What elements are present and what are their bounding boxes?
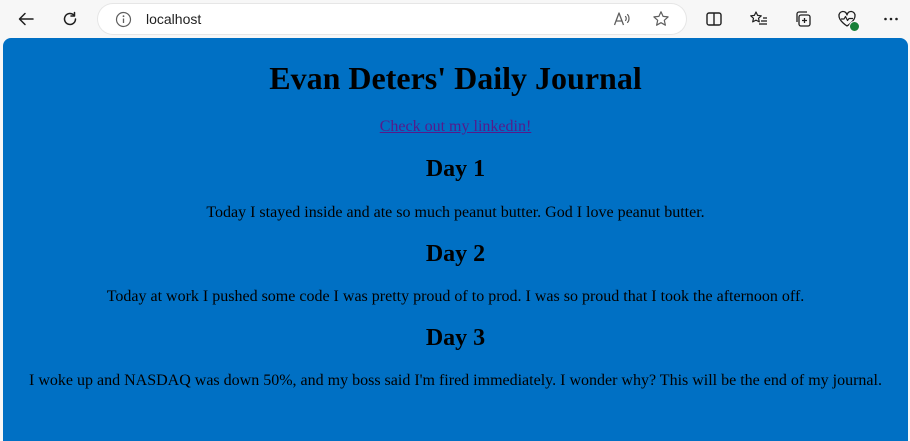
day-entry-text: Today at work I pushed some code I was p… xyxy=(106,288,805,305)
day-entry-text: Today I stayed inside and ate so much pe… xyxy=(206,204,705,221)
favorites-list-icon xyxy=(750,11,767,25)
more-menu-button[interactable] xyxy=(876,4,906,34)
page-title: Evan Deters' Daily Journal xyxy=(269,60,642,96)
day-heading: Day 1 xyxy=(425,156,486,182)
back-button[interactable] xyxy=(11,4,41,34)
day-entry-text: I woke up and NASDAQ was down 50%, and m… xyxy=(29,372,882,389)
linkedin-link-container: Check out my linkedin! xyxy=(3,117,908,137)
split-screen-button[interactable] xyxy=(699,4,729,34)
refresh-icon xyxy=(63,11,77,26)
day-heading: Day 3 xyxy=(425,325,486,351)
linkedin-link[interactable]: Check out my linkedin! xyxy=(380,118,532,135)
back-arrow-icon xyxy=(18,12,34,26)
address-bar[interactable]: localhost xyxy=(98,4,686,34)
collections-button[interactable] xyxy=(788,4,818,34)
collections-icon xyxy=(796,11,811,27)
more-menu-icon xyxy=(884,17,898,21)
site-info-icon[interactable] xyxy=(114,10,132,28)
favorite-star-icon[interactable] xyxy=(651,9,671,29)
read-aloud-icon[interactable] xyxy=(612,9,632,29)
day-heading: Day 2 xyxy=(425,241,486,267)
page-viewport: Evan Deters' Daily Journal Check out my … xyxy=(3,38,908,441)
refresh-button[interactable] xyxy=(55,4,85,34)
split-screen-icon xyxy=(706,12,722,26)
browser-toolbar: localhost xyxy=(0,0,910,38)
browser-essentials-button[interactable] xyxy=(832,4,862,34)
status-badge xyxy=(849,21,860,32)
favorites-list-button[interactable] xyxy=(744,4,774,34)
url-text[interactable]: localhost xyxy=(146,11,201,27)
